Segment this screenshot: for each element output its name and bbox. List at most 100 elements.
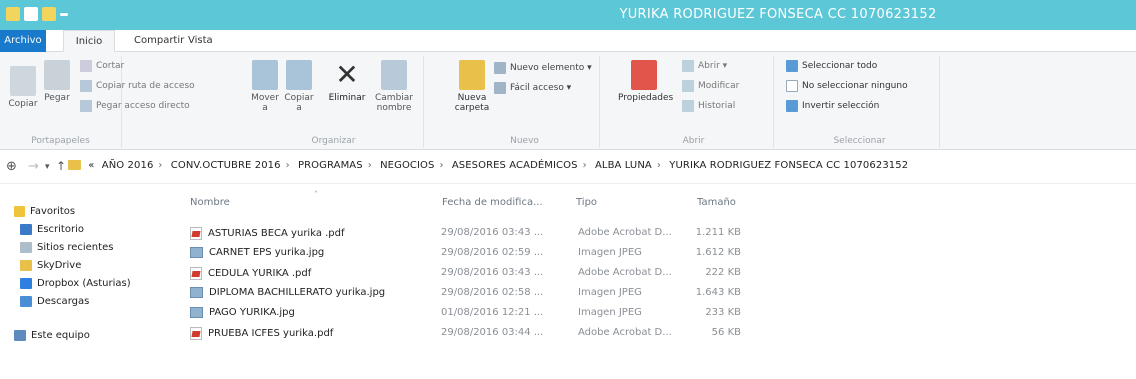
copy-to-button[interactable]: Copiar a [284,60,314,113]
group-organize: Mover a Copiar a ✕ Eliminar Cambiar nomb… [244,56,424,148]
column-header-name[interactable]: Nombre [190,197,230,208]
move-to-button[interactable]: Mover a [250,60,280,113]
properties-button[interactable]: Propiedades [618,60,673,103]
sidebar-item-this-pc[interactable]: Este equipo [14,330,90,341]
downloads-icon [20,296,32,307]
breadcrumb-item[interactable]: PROGRAMAS [298,160,363,171]
invert-selection-button[interactable]: Invertir selección [786,100,879,112]
skydrive-icon [20,260,32,271]
breadcrumb-separator-icon: › [158,160,163,171]
breadcrumb-overflow[interactable]: « [88,160,94,171]
breadcrumb-separator-icon: › [367,160,372,171]
easy-access-button[interactable]: Fácil acceso ▾ [494,82,571,94]
folder-icon [68,160,81,170]
forward-button[interactable]: → [28,159,39,174]
ribbon: Copiar Pegar Cortar Copiar ruta de acces… [0,52,1136,150]
breadcrumb-item[interactable]: CONV.OCTUBRE 2016 [171,160,281,171]
paste-icon [44,60,70,90]
recent-places-icon [20,242,32,253]
up-button[interactable]: ↑ [56,159,66,173]
breadcrumb-item[interactable]: YURIKA RODRIGUEZ FONSECA CC 1070623152 [669,160,908,171]
rename-icon [381,60,407,90]
history-icon [682,100,694,112]
easy-access-icon [494,82,506,94]
navigation-pane: Favoritos Escritorio Sitios recientes Sk… [0,184,180,379]
file-row[interactable]: CARNET EPS yurika.jpg 29/08/2016 02:59 .… [188,245,788,263]
jpeg-icon [190,307,203,318]
group-open: Propiedades Abrir ▾ Modificar Historial … [614,56,774,148]
back-button[interactable]: ⊕ [6,159,17,174]
pdf-icon [190,227,202,240]
title-bar: YURIKA RODRIGUEZ FONSECA CC 1070623152 [0,0,1136,30]
sidebar-item-skydrive[interactable]: SkyDrive [20,260,81,271]
cut-button[interactable]: Cortar [80,60,124,72]
sidebar-item-recent[interactable]: Sitios recientes [20,242,113,253]
sort-chevron-icon: ˄ [314,190,318,199]
pdf-icon [190,327,202,340]
copy-button[interactable]: Copiar [6,60,40,109]
invert-selection-icon [786,100,798,112]
group-label: Organizar [311,136,356,146]
group-label: Nuevo [510,136,539,146]
scissors-icon [80,60,92,72]
column-header-date[interactable]: Fecha de modifica... [442,197,543,208]
jpeg-icon [190,247,203,258]
computer-icon [14,330,26,341]
ribbon-tabs: Archivo Inicio Compartir Vista [0,30,1136,52]
copy-icon [10,66,36,96]
group-clipboard: Copiar Pegar Cortar Copiar ruta de acces… [0,56,195,148]
delete-button[interactable]: ✕ Eliminar [326,58,368,104]
breadcrumb-item[interactable]: ALBA LUNA [595,160,652,171]
address-bar-row: ⊕ → ▾ ↑ « AÑO 2016 › CONV.OCTUBRE 2016 › P… [0,150,1136,184]
new-folder-button[interactable]: Nueva carpeta [454,60,490,113]
open-icon [682,60,694,72]
group-label: Portapapeles [31,136,90,146]
sidebar-item-downloads[interactable]: Descargas [20,296,89,307]
recent-locations-chevron-icon[interactable]: ▾ [45,162,50,172]
new-item-icon [494,62,506,74]
dropbox-icon [20,278,32,289]
paste-button[interactable]: Pegar [40,60,74,103]
breadcrumb-item[interactable]: AÑO 2016 [102,160,154,171]
breadcrumb-item[interactable]: NEGOCIOS [380,160,434,171]
file-row[interactable]: CEDULA YURIKA .pdf 29/08/2016 03:43 ... … [188,265,788,283]
folder-icon [459,60,485,90]
file-row[interactable]: PRUEBA ICFES yurika.pdf 29/08/2016 03:44… [188,325,788,343]
tab-home[interactable]: Inicio [63,30,115,52]
open-button[interactable]: Abrir ▾ [682,60,727,72]
group-label: Seleccionar [833,136,886,146]
breadcrumb-item[interactable]: ASESORES ACADÉMICOS [452,160,578,171]
desktop-icon [20,224,32,235]
tab-view[interactable]: Vista [180,30,221,52]
window-title: YURIKA RODRIGUEZ FONSECA CC 1070623152 [619,7,937,22]
file-row[interactable]: ASTURIAS BECA yurika .pdf 29/08/2016 03:… [188,225,788,243]
breadcrumb-separator-icon: › [582,160,587,171]
move-icon [252,60,278,90]
copy-path-icon [80,80,92,92]
new-item-button[interactable]: Nuevo elemento ▾ [494,62,592,74]
group-select: Seleccionar todo No seleccionar ninguno … [780,56,940,148]
edit-icon [682,80,694,92]
group-label: Abrir [682,136,705,146]
breadcrumb-separator-icon: › [656,160,661,171]
file-row[interactable]: DIPLOMA BACHILLERATO yurika.jpg 29/08/20… [188,285,788,303]
rename-button[interactable]: Cambiar nombre [374,60,414,113]
delete-icon: ✕ [335,58,359,91]
column-header-size[interactable]: Tamaño [697,197,736,208]
paste-shortcut-icon [80,100,92,112]
select-none-icon [786,80,798,92]
tab-file[interactable]: Archivo [0,30,46,52]
breadcrumb[interactable]: « AÑO 2016 › CONV.OCTUBRE 2016 › PROGRAMAS… [68,160,908,171]
select-all-icon [786,60,798,72]
jpeg-icon [190,287,203,298]
sidebar-item-dropbox[interactable]: Dropbox (Asturias) [20,278,131,289]
edit-button[interactable]: Modificar [682,80,739,92]
sidebar-item-favorites[interactable]: Favoritos [14,206,75,217]
select-all-button[interactable]: Seleccionar todo [786,60,877,72]
sidebar-item-desktop[interactable]: Escritorio [20,224,84,235]
copy-to-icon [286,60,312,90]
file-row[interactable]: PAGO YURIKA.jpg 01/08/2016 12:21 ... Ima… [188,305,788,323]
select-none-button[interactable]: No seleccionar ninguno [786,80,908,92]
column-header-type[interactable]: Tipo [576,197,597,208]
history-button[interactable]: Historial [682,100,735,112]
